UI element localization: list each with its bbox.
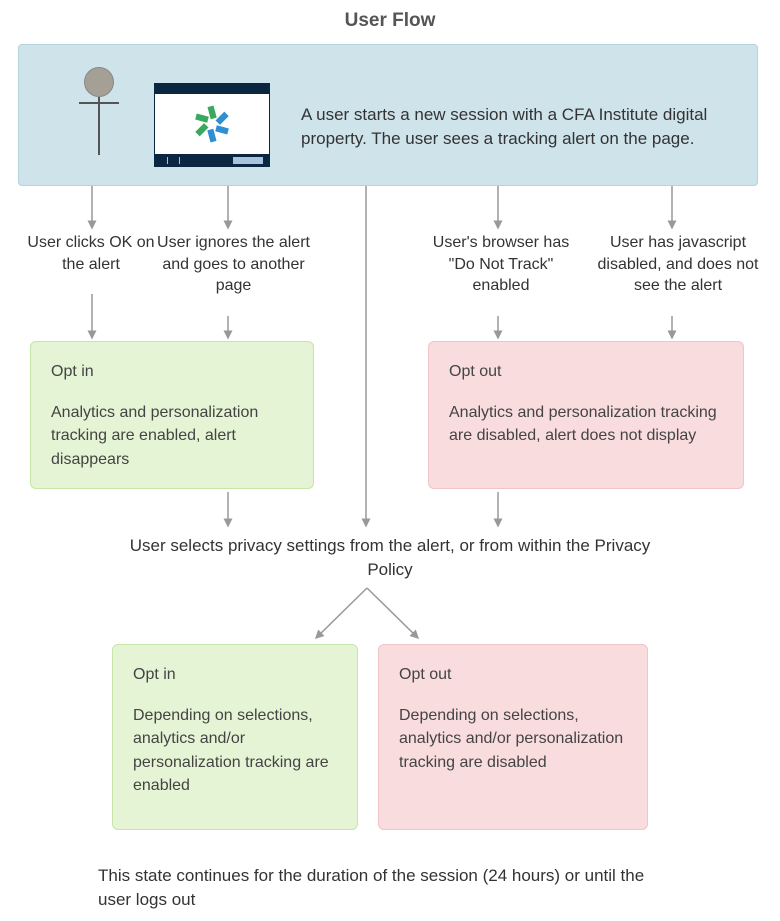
optin-row1-box: Opt in Analytics and personalization tra… [30,341,314,489]
user-icon [74,67,124,167]
branch-label-ignore: User ignores the alert and goes to anoth… [156,232,311,297]
start-text: A user starts a new session with a CFA I… [301,103,741,151]
optout-row2-body: Depending on selections, analytics and/o… [399,704,627,774]
optin-row1-body: Analytics and personalization tracking a… [51,401,293,471]
footnote: This state continues for the duration of… [98,864,678,912]
optin-row2-title: Opt in [133,663,337,686]
mid-label: User selects privacy settings from the a… [110,534,670,582]
diagram-title: User Flow [0,10,780,32]
branch-label-dnt: User's browser has "Do Not Track" enable… [418,232,584,297]
optout-row1-title: Opt out [449,360,723,383]
optout-row2-title: Opt out [399,663,627,686]
optin-row2-box: Opt in Depending on selections, analytic… [112,644,358,830]
branch-label-nojs: User has javascript disabled, and does n… [584,232,772,297]
optout-row1-body: Analytics and personalization tracking a… [449,401,723,447]
browser-window-icon [154,83,270,167]
optout-row2-box: Opt out Depending on selections, analyti… [378,644,648,830]
optin-row1-title: Opt in [51,360,293,383]
branch-label-ok: User clicks OK on the alert [22,232,160,275]
optin-row2-body: Depending on selections, analytics and/o… [133,704,337,797]
start-box: A user starts a new session with a CFA I… [18,44,758,186]
optout-row1-box: Opt out Analytics and personalization tr… [428,341,744,489]
